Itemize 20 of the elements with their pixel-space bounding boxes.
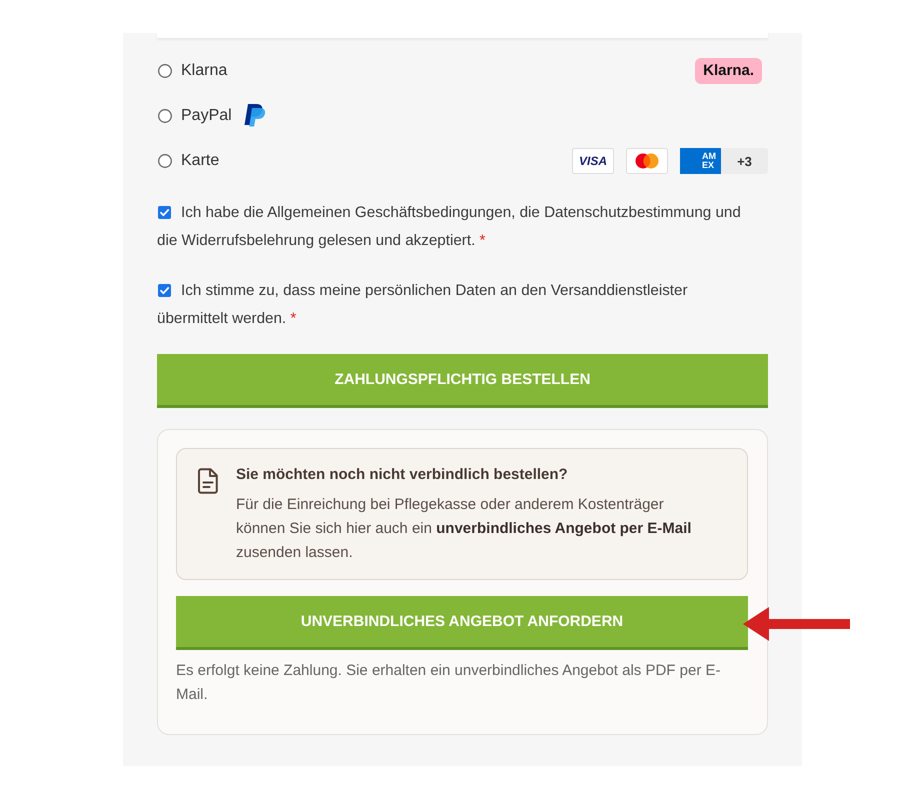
- payment-radio[interactable]: [158, 109, 172, 123]
- document-icon: [198, 468, 218, 494]
- klarna-logo: Klarna.: [695, 58, 762, 84]
- consent-checkbox[interactable]: Ich stimme zu, dass meine persönlichen Daten an den Versanddienstleister übermittelt werden. *: [157, 277, 756, 333]
- consent-checkbox[interactable]: Ich habe die Allgemeinen Geschäftsbedingungen, die Datenschutzbestimmung und die Widerrufsbelehrung gelesen und akzeptiert. *: [157, 199, 756, 255]
- payment-radio[interactable]: [158, 64, 172, 78]
- note-text: Es erfolgt keine Zahlung. Sie erhalten ein unverbindliches Angebot als PDF per E-Mail.: [176, 661, 722, 705]
- info-text: Für die Einreichung bei Pflegekasse oder anderem Kostenträger können Sie sich hier auch ein unverbindliches Angebot per E-Mail zusenden lassen.: [236, 495, 692, 563]
- checkbox-icon[interactable]: [158, 284, 171, 297]
- payment-label: Karte: [181, 152, 220, 170]
- more-cards-badge: +3: [721, 148, 768, 174]
- amex-logo: AM EX: [680, 148, 721, 174]
- visa-logo: VISA: [572, 148, 614, 174]
- info-heading: Sie möchten noch nicht verbindlich bestellen?: [236, 465, 569, 485]
- card-circles-icon: [626, 148, 668, 174]
- payment-label: PayPal: [181, 107, 232, 125]
- payment-radio[interactable]: [158, 154, 172, 168]
- paypal-icon: [244, 103, 266, 129]
- checkbox-icon[interactable]: [158, 206, 171, 219]
- payment-label: Klarna: [181, 62, 228, 80]
